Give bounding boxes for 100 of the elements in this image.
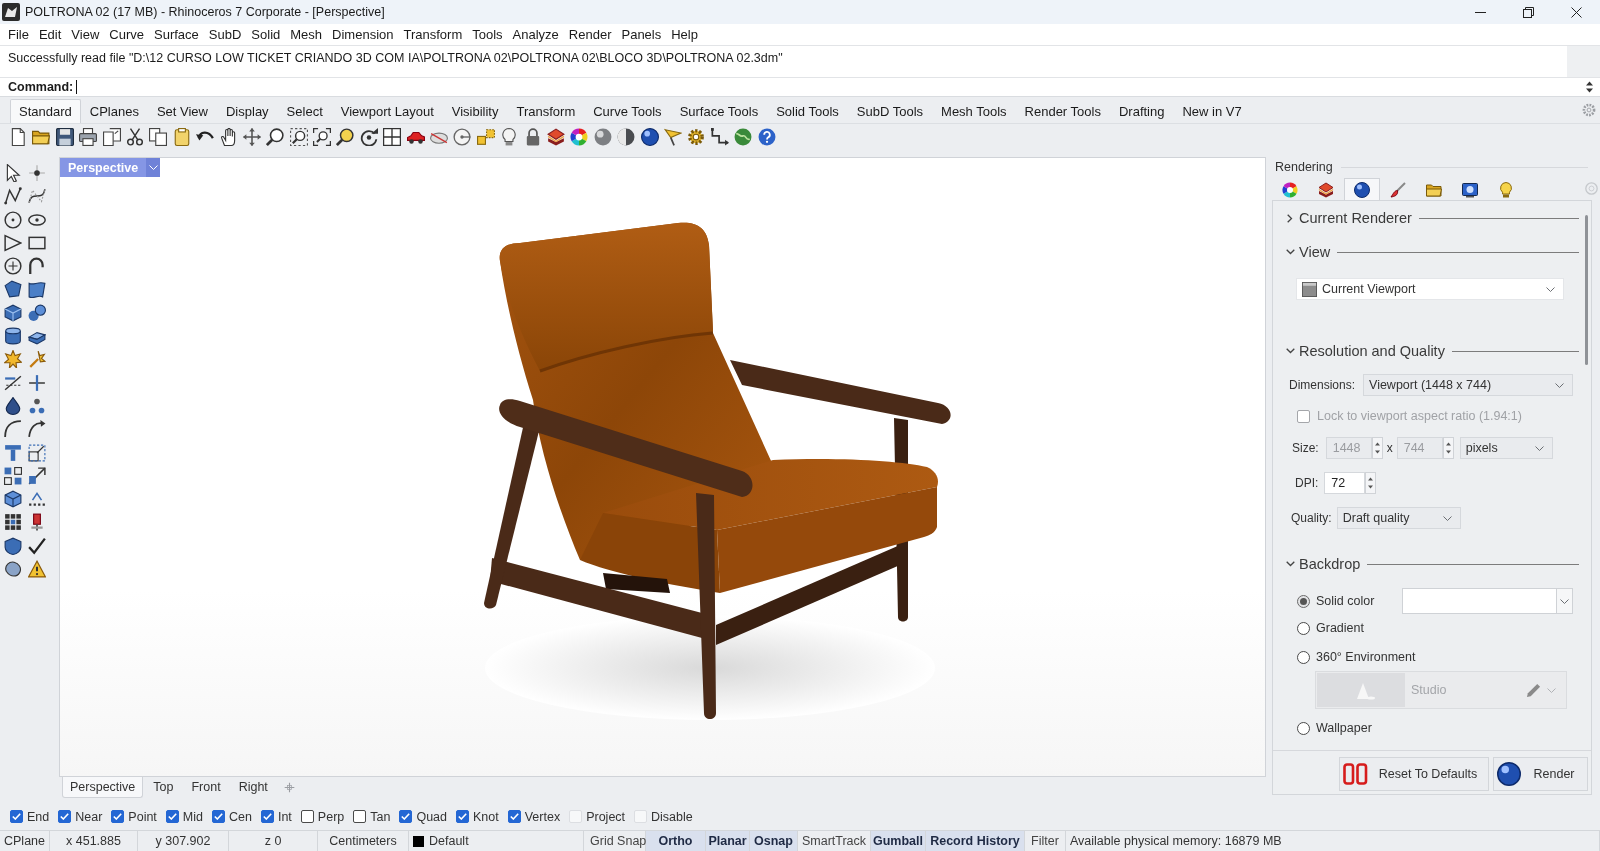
menu-item[interactable]: Tools [467,24,508,45]
toolbar-tab[interactable]: Display [217,99,278,123]
checkbox[interactable] [260,810,274,823]
toolbar-tab[interactable]: Mesh Tools [932,99,1016,123]
toolbar-tab[interactable]: SubD Tools [847,99,933,123]
zoom-icon[interactable] [266,128,285,146]
rotate-icon[interactable] [359,128,378,146]
shaded-sphere-icon[interactable] [617,128,636,146]
printer-icon[interactable] [79,128,98,146]
scissors-icon[interactable] [125,128,144,146]
status-toggle[interactable]: Ortho [646,831,706,851]
viewport-tab[interactable]: Top [145,777,182,798]
menu-item[interactable]: Dimension [327,24,399,45]
reset-defaults-button[interactable]: Reset To Defaults [1339,757,1489,791]
menu-item[interactable]: Curve [104,24,149,45]
radio-button[interactable] [1297,650,1310,664]
chevron-down-icon[interactable] [1285,561,1295,567]
cog-icon[interactable] [687,128,706,146]
spheres-icon[interactable] [28,303,46,322]
checkbox[interactable] [58,810,72,823]
squares-icon[interactable] [476,128,495,146]
checkbox[interactable] [10,810,23,823]
chevron-down-icon[interactable] [1285,249,1295,255]
status-toggle[interactable]: Filter [1025,831,1066,851]
drop-icon[interactable] [4,396,22,415]
diagonal-arrow-icon[interactable] [28,466,46,485]
section-title[interactable]: Current Renderer [1299,210,1412,226]
t-beam-icon[interactable] [4,443,22,462]
control-curve-icon[interactable] [28,187,46,206]
curve-icon[interactable] [4,420,22,439]
menu-item[interactable]: Edit [33,24,67,45]
menu-item[interactable]: Help [666,24,703,45]
peg-icon[interactable] [28,513,46,532]
radio-button[interactable] [1297,594,1310,608]
viewport-dropdown[interactable]: Current Viewport [1296,278,1564,300]
zoom-selected-icon[interactable] [336,128,355,146]
burst-icon[interactable] [4,350,22,369]
radio-button[interactable] [1297,721,1310,735]
help-icon[interactable] [757,128,776,146]
status-toggle[interactable]: Planar [706,831,750,851]
three-dots-icon[interactable] [28,396,46,415]
lightbulb-icon[interactable] [500,128,519,146]
toolbar-tab[interactable]: Viewport Layout [331,99,443,123]
menu-item[interactable]: File [3,24,34,45]
warning-icon[interactable] [28,560,46,579]
curved-arrow-icon[interactable] [28,420,46,439]
viewport-tab[interactable]: Front [183,777,229,798]
toolbar-tab[interactable]: Solid Tools [767,99,848,123]
menu-item[interactable]: Panels [616,24,667,45]
checkbox[interactable] [300,810,314,823]
crosshair-circle-icon[interactable] [4,257,22,276]
toolbar-tab[interactable]: Drafting [1109,99,1174,123]
move-icon[interactable] [242,128,261,146]
section-title[interactable]: View [1299,244,1331,260]
toolbar-tab[interactable]: Curve Tools [584,99,671,123]
layer-button[interactable]: Default [409,831,584,851]
status-toggle[interactable]: Gumball [871,831,926,851]
color-picker[interactable] [1402,588,1573,614]
sphere-icon[interactable] [593,128,612,146]
toolbar-tab[interactable]: Surface Tools [670,99,768,123]
dot-grid-icon[interactable] [4,513,22,532]
circle-icon[interactable] [4,210,22,229]
point-icon[interactable] [28,164,46,182]
menu-item[interactable]: Surface [149,24,204,45]
four-squares-icon[interactable] [4,466,22,485]
scrollbar[interactable] [1585,215,1588,365]
menu-item[interactable]: Analyze [507,24,564,45]
pennant-icon[interactable] [663,128,682,146]
clipboard-icon[interactable] [172,128,191,146]
grid-icon[interactable] [383,128,402,146]
render-button[interactable]: Render [1493,757,1588,791]
copy-icon[interactable] [149,128,168,146]
glossy-sphere-icon[interactable] [640,128,659,146]
curved-surface-icon[interactable] [28,280,46,299]
spin-buttons[interactable] [1371,437,1383,459]
polyline-icon[interactable] [4,187,22,206]
chevron-down-icon[interactable] [1285,348,1295,354]
checkbox[interactable] [399,810,413,823]
shield-icon[interactable] [4,536,22,555]
blob-icon[interactable] [4,560,22,579]
scale-icon[interactable] [28,443,46,462]
dashed-line-icon[interactable] [28,490,46,509]
checkbox[interactable] [456,810,469,823]
status-toggle[interactable]: Record History [926,831,1025,851]
scroll-arrows[interactable] [1585,80,1594,94]
pages-icon[interactable] [102,128,121,146]
menu-item[interactable]: Render [563,24,617,45]
viewport-tab[interactable]: Perspective [62,777,144,798]
section-title[interactable]: Resolution and Quality [1299,343,1445,359]
toolbar-tab[interactable]: Standard [10,99,81,123]
cursor-icon[interactable] [4,164,22,182]
arch-icon[interactable] [28,257,46,276]
document-icon[interactable] [9,128,27,146]
toolbar-tab[interactable]: New in V7 [1173,99,1251,123]
quality-dropdown[interactable]: Draft quality [1336,507,1461,529]
menu-item[interactable]: Transform [398,24,468,45]
triangle-icon[interactable] [4,233,22,252]
hand-icon[interactable] [219,128,238,146]
check-icon[interactable] [28,536,46,555]
color-wheel-icon[interactable] [570,128,589,146]
